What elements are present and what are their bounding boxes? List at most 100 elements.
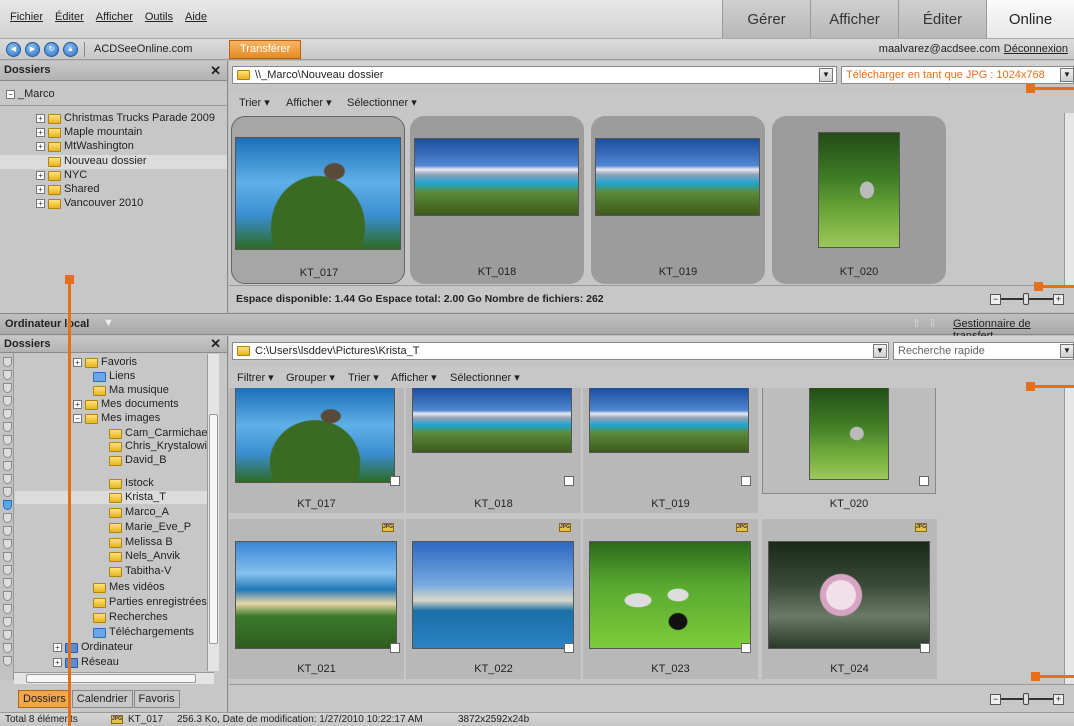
sort-menu[interactable]: Trier ▾ (239, 96, 270, 109)
thumbnail-card[interactable]: KT_020 (772, 116, 946, 284)
expand-icon[interactable]: + (53, 658, 62, 667)
tree-item[interactable]: Nels_Anvik (109, 550, 180, 563)
tree-item[interactable]: + NYC (36, 169, 87, 182)
shield-icon-active[interactable] (3, 500, 12, 510)
chevron-down-icon[interactable]: ▼ (103, 317, 114, 329)
tree-item[interactable]: Parties enregistrées (93, 596, 207, 609)
tree-item[interactable]: Téléchargements (93, 626, 194, 639)
filter-menu[interactable]: Filtrer ▾ (237, 371, 274, 384)
thumbnail-cell-selected[interactable] (762, 388, 936, 494)
thumbnail-card-selected[interactable]: KT_017 (231, 116, 405, 284)
shield-icon[interactable] (3, 383, 12, 393)
tree-item[interactable]: + Favoris (73, 356, 137, 369)
expand-icon[interactable]: + (36, 185, 45, 194)
zoom-track[interactable] (1001, 293, 1053, 305)
shield-icon[interactable] (3, 435, 12, 445)
shield-icon[interactable] (3, 526, 12, 536)
dropdown-icon[interactable]: ▼ (819, 68, 833, 82)
select-menu[interactable]: Sélectionner ▾ (347, 96, 417, 109)
tree-root[interactable]: − _Marco (6, 88, 55, 101)
zoom-in-icon[interactable]: + (1053, 293, 1064, 305)
tab-dossiers[interactable]: Dossiers (18, 690, 71, 708)
zoom-out-icon[interactable]: − (990, 693, 1001, 705)
tree-vertical-scrollbar[interactable] (207, 354, 219, 671)
shield-icon[interactable] (3, 513, 12, 523)
shield-icon[interactable] (3, 591, 12, 601)
view-menu[interactable]: Afficher ▾ (391, 371, 437, 384)
shield-icon[interactable] (3, 487, 12, 497)
online-path-field[interactable]: \\_Marco\Nouveau dossier (232, 66, 837, 84)
shield-icon[interactable] (3, 578, 12, 588)
dropdown-icon[interactable]: ▼ (1060, 344, 1074, 358)
thumbnail-checkbox[interactable] (390, 476, 400, 486)
local-zoom-slider[interactable]: − + (990, 692, 1064, 706)
expand-icon[interactable]: + (36, 199, 45, 208)
shield-icon[interactable] (3, 422, 12, 432)
scrollbar-thumb[interactable] (209, 414, 218, 644)
tree-item[interactable]: Marco_A (109, 506, 169, 519)
tree-item[interactable]: + Maple mountain (36, 126, 142, 139)
shield-icon[interactable] (3, 448, 12, 458)
zoom-knob[interactable] (1023, 693, 1029, 705)
home-icon[interactable]: ▲ (63, 42, 78, 57)
view-menu[interactable]: Afficher ▾ (286, 96, 332, 109)
thumbnail-cell[interactable]: KT_018 (406, 388, 581, 513)
menu-outils[interactable]: Outils (145, 5, 173, 29)
zoom-knob[interactable] (1023, 293, 1029, 305)
shield-icon[interactable] (3, 370, 12, 380)
tree-item[interactable]: Melissa B (109, 536, 173, 549)
shield-icon[interactable] (3, 617, 12, 627)
thumbnail-cell[interactable]: JPG KT_024 (762, 519, 937, 679)
tree-item[interactable]: David_B (109, 454, 167, 467)
expand-icon[interactable]: + (36, 142, 45, 151)
collapse-icon[interactable]: − (6, 90, 15, 99)
tree-item[interactable]: Recherches (93, 611, 168, 624)
mode-online[interactable]: Online (986, 0, 1074, 38)
dropdown-icon[interactable]: ▼ (1060, 68, 1074, 82)
upload-size-select[interactable]: Télécharger en tant que JPG : 1024x768 (841, 66, 1074, 84)
select-menu[interactable]: Sélectionner ▾ (450, 371, 520, 384)
thumbnail-cell[interactable]: JPG KT_022 (406, 519, 581, 679)
dropdown-icon[interactable]: ▼ (873, 344, 887, 358)
thumbnail-cell[interactable]: JPG KT_021 (229, 519, 404, 679)
logout-link[interactable]: Déconnexion (1004, 42, 1068, 57)
thumbnail-checkbox[interactable] (920, 643, 930, 653)
thumbnail-checkbox[interactable] (564, 476, 574, 486)
expand-icon[interactable]: + (53, 643, 62, 652)
tab-favoris[interactable]: Favoris (133, 690, 180, 708)
thumbnail-checkbox[interactable] (741, 476, 751, 486)
tab-calendrier[interactable]: Calendrier (71, 690, 133, 708)
menu-afficher[interactable]: Afficher (96, 5, 133, 29)
thumbnail-checkbox[interactable] (564, 643, 574, 653)
mode-editer[interactable]: Éditer (898, 0, 986, 38)
back-icon[interactable]: ◀ (6, 42, 21, 57)
shield-icon[interactable] (3, 552, 12, 562)
zoom-out-icon[interactable]: − (990, 293, 1001, 305)
tree-horizontal-scrollbar[interactable] (14, 672, 214, 684)
tree-item-selected[interactable]: Nouveau dossier (48, 155, 147, 168)
quick-search-input[interactable]: Recherche rapide (893, 342, 1074, 360)
up-arrow-icon[interactable]: ⇧ (912, 317, 921, 330)
tree-item[interactable]: Mes vidéos (93, 581, 165, 594)
shield-icon[interactable] (3, 630, 12, 640)
shield-icon[interactable] (3, 604, 12, 614)
tree-item[interactable]: Cam_Carmichael (109, 427, 210, 440)
zoom-track[interactable] (1001, 693, 1053, 705)
tree-item[interactable]: + Vancouver 2010 (36, 197, 143, 210)
expand-icon[interactable]: + (36, 114, 45, 123)
thumbnail-card[interactable]: KT_018 (410, 116, 584, 284)
local-title[interactable]: Ordinateur local (5, 318, 89, 330)
tree-item-selected[interactable]: Krista_T (109, 491, 166, 504)
mode-gerer[interactable]: Gérer (722, 0, 810, 38)
shield-icon[interactable] (3, 643, 12, 653)
tree-item[interactable]: + Ordinateur (53, 641, 133, 654)
thumbnail-cell[interactable]: KT_019 (583, 388, 758, 513)
tree-item[interactable]: + MtWashington (36, 140, 134, 153)
tree-item[interactable]: Liens (93, 370, 135, 383)
mode-afficher[interactable]: Afficher (810, 0, 898, 38)
tree-item[interactable]: Tabitha-V (109, 565, 171, 578)
site-link[interactable]: ACDSeeOnline.com (94, 42, 192, 57)
tree-item[interactable]: Istock (109, 477, 154, 490)
tree-item[interactable]: + Mes documents (73, 398, 179, 411)
menu-fichier[interactable]: Fichier (10, 5, 43, 29)
